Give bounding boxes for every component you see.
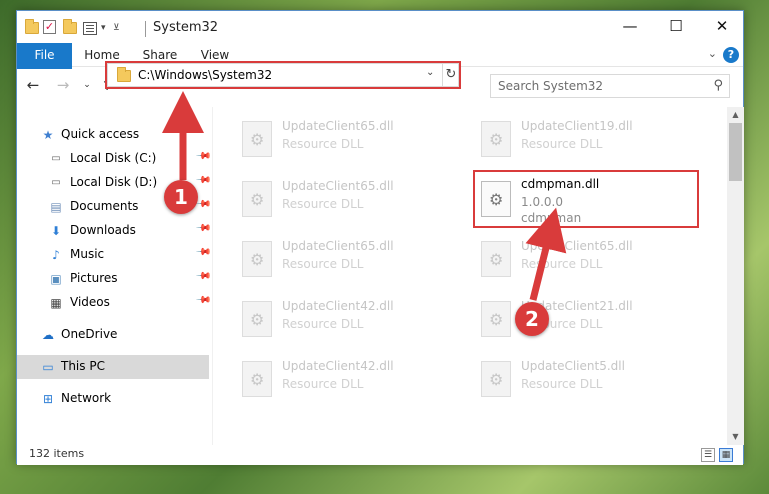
callout-1: 1 — [164, 180, 198, 214]
annotation-arrows — [162, 91, 567, 301]
arrow-to-file — [525, 207, 567, 301]
callout-2: 2 — [515, 302, 549, 336]
